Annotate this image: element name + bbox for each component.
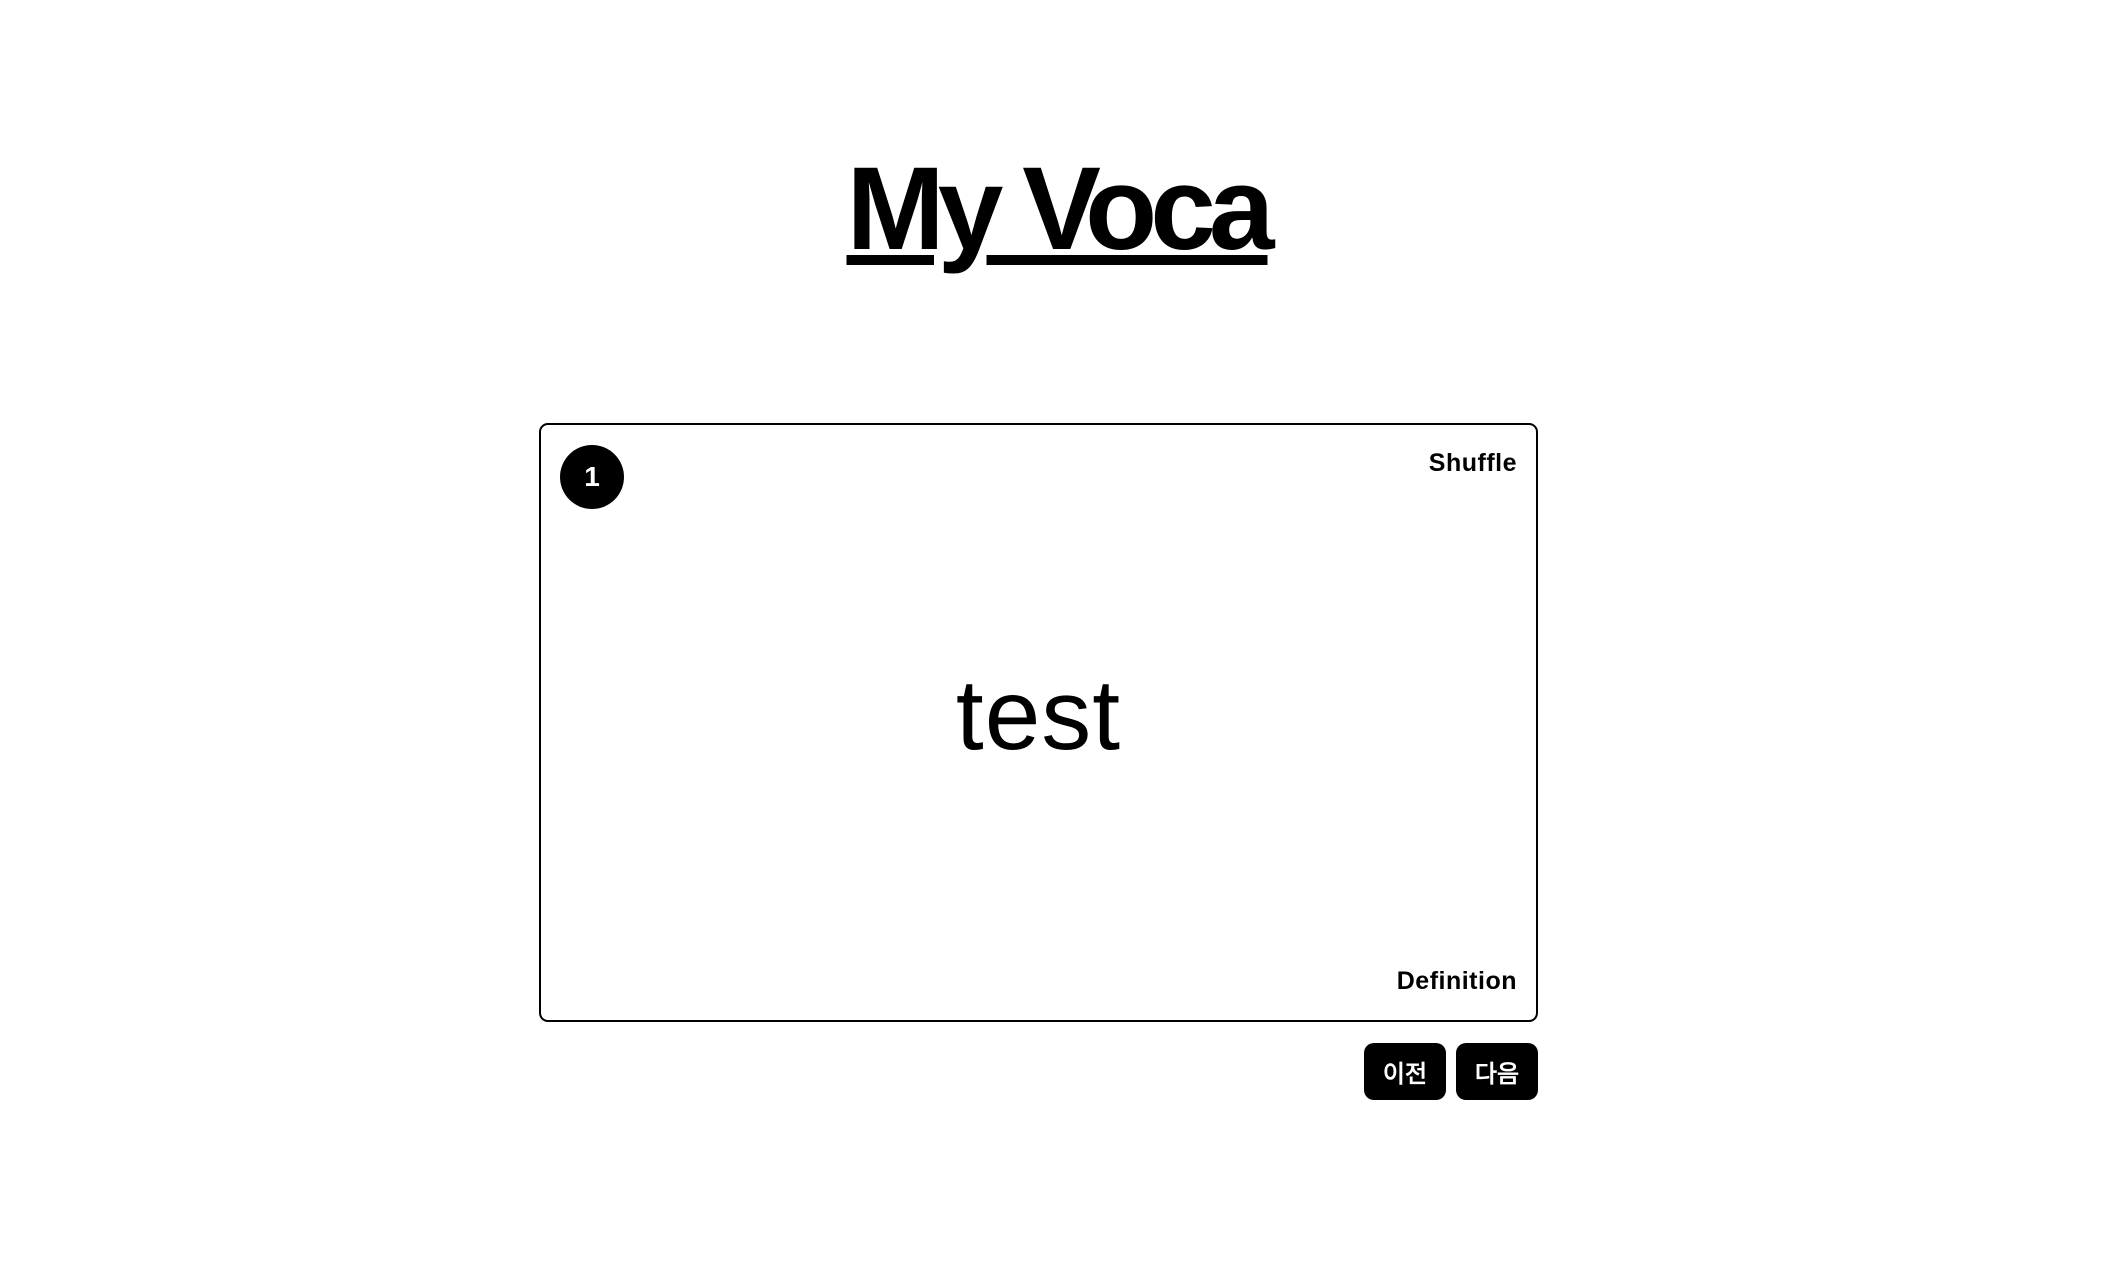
shuffle-button[interactable]: Shuffle — [1429, 449, 1517, 478]
prev-button[interactable]: 이전 — [1364, 1043, 1446, 1100]
page-title: My Voca — [0, 150, 2114, 268]
card-index-badge: 1 — [560, 445, 624, 509]
definition-button[interactable]: Definition — [1397, 967, 1517, 996]
card-word: test — [955, 659, 1122, 771]
next-button[interactable]: 다음 — [1456, 1043, 1538, 1100]
title-link[interactable]: My Voca — [847, 143, 1275, 275]
page: My Voca 1 Shuffle test Definition 이전 다음 — [0, 0, 2114, 1286]
flashcard[interactable]: 1 Shuffle test Definition — [539, 423, 1538, 1022]
card-navigation: 이전 다음 — [1364, 1043, 1538, 1100]
